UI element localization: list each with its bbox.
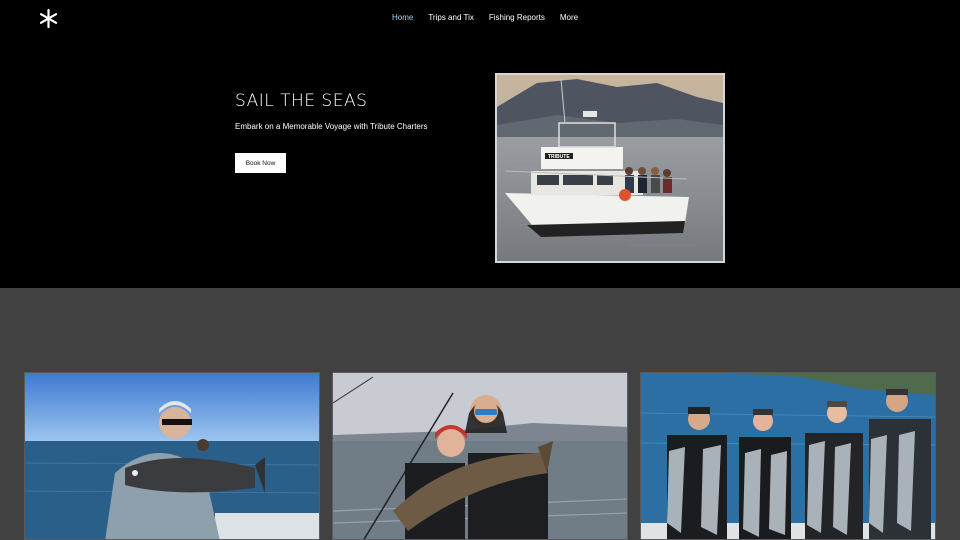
- gallery-photo-2[interactable]: [332, 372, 628, 540]
- asterisk-logo-icon[interactable]: [38, 8, 59, 29]
- photo-gallery-section: [0, 288, 960, 540]
- hero-boat-photo: TRIBUTE: [495, 73, 725, 263]
- nav-trips-and-tix[interactable]: Trips and Tix: [428, 13, 474, 22]
- boat-name: TRIBUTE: [548, 154, 570, 160]
- hero-section: [0, 36, 960, 288]
- gallery-photo-3[interactable]: [640, 372, 936, 540]
- hero-title: SAIL THE SEAS: [235, 91, 368, 111]
- nav-fishing-reports[interactable]: Fishing Reports: [489, 13, 545, 22]
- site-header: Home Trips and Tix Fishing Reports More: [0, 0, 960, 36]
- nav-more[interactable]: More: [560, 13, 578, 22]
- book-now-button[interactable]: Book Now: [235, 153, 286, 173]
- gallery-photo-1[interactable]: [24, 372, 320, 540]
- main-nav: Home Trips and Tix Fishing Reports More: [392, 13, 578, 22]
- nav-home[interactable]: Home: [392, 13, 413, 22]
- hero-subtitle: Embark on a Memorable Voyage with Tribut…: [235, 122, 428, 131]
